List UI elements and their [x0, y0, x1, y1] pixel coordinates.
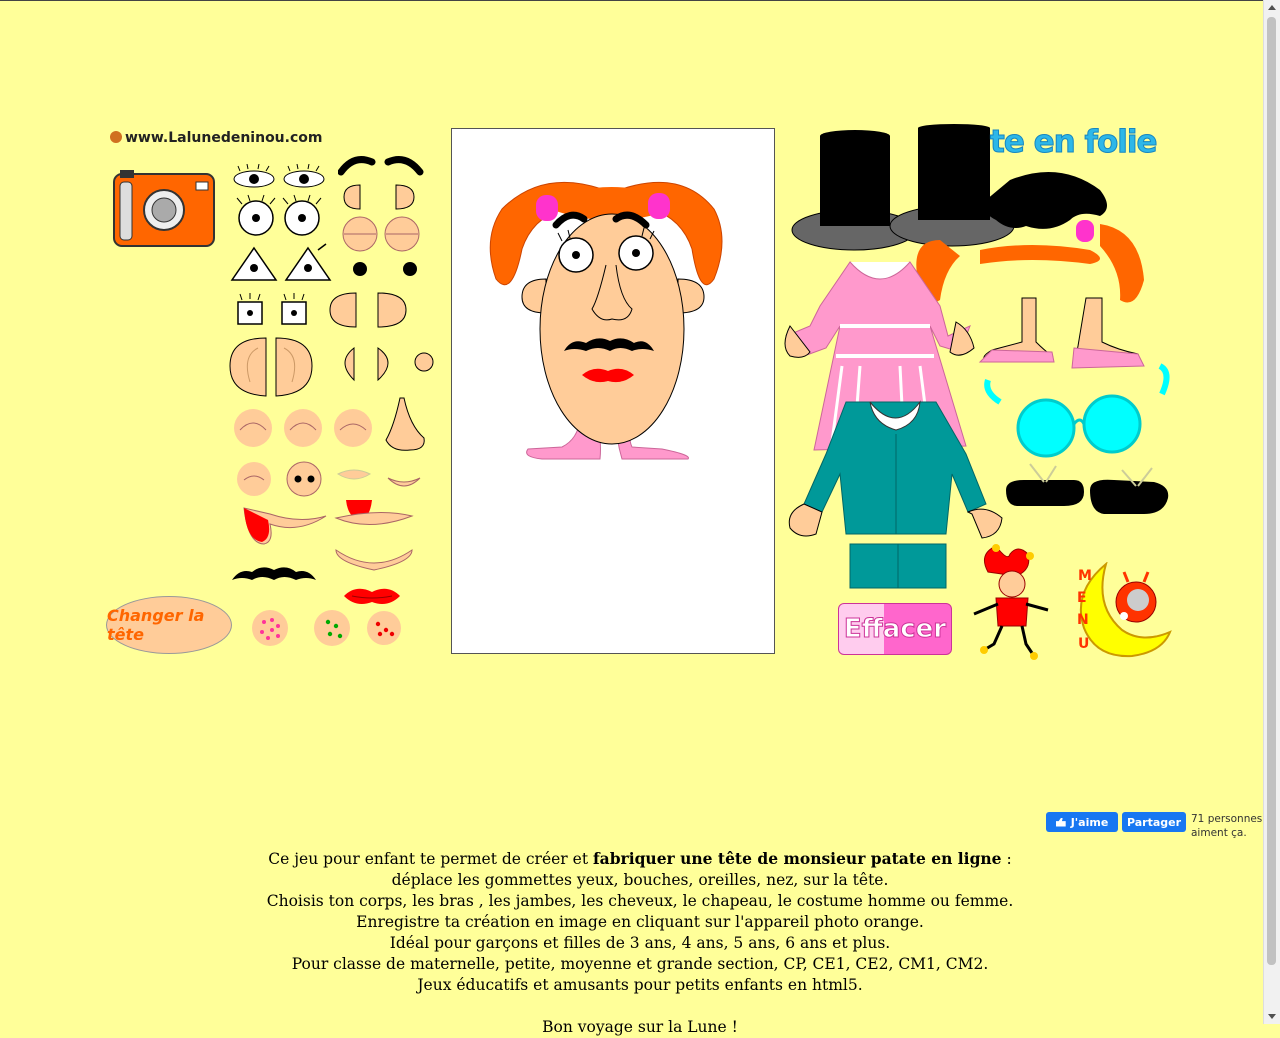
site-logo[interactable]: www.Lalunedeninou.com	[110, 130, 322, 146]
pointy-ears-stickers[interactable]	[334, 344, 438, 384]
menu-letter: N	[1077, 612, 1089, 628]
round-noses-stickers[interactable]	[232, 406, 376, 450]
description-line: Pour classe de maternelle, petite, moyen…	[291, 955, 989, 973]
freckle-sticker[interactable]	[314, 610, 350, 646]
nose-sticker[interactable]	[284, 409, 322, 447]
ear-sticker[interactable]	[329, 292, 357, 328]
long-nose-sticker[interactable]	[382, 396, 428, 454]
camera-save-icon[interactable]	[112, 168, 216, 250]
jester-icon[interactable]	[968, 544, 1054, 660]
ear-sticker[interactable]	[344, 346, 355, 382]
eye-sticker[interactable]	[233, 164, 275, 188]
eye-sticker[interactable]	[284, 243, 332, 281]
freckle-sticker[interactable]	[367, 611, 401, 645]
eyes-dot-stickers[interactable]	[348, 258, 422, 280]
potato-head-figure[interactable]	[452, 129, 774, 653]
ear-sticker[interactable]	[275, 337, 313, 397]
mouth-sticker[interactable]	[387, 477, 421, 487]
ear-sticker[interactable]	[343, 184, 361, 210]
description-line: Enregistre ta création en image en cliqu…	[356, 913, 924, 931]
description-line: Bon voyage sur la Lune !	[542, 1018, 738, 1036]
scroll-up-arrow-icon[interactable]	[1268, 5, 1276, 10]
menu-letter: U	[1078, 636, 1089, 652]
red-lips-sticker[interactable]	[340, 584, 404, 608]
nose-sticker[interactable]	[414, 352, 434, 372]
eye-sticker[interactable]	[281, 293, 307, 325]
top-border	[0, 0, 1264, 1]
large-ears-stickers[interactable]	[228, 336, 314, 398]
medium-ears-stickers[interactable]	[328, 290, 408, 330]
small-ears-stickers[interactable]	[340, 182, 420, 212]
menu-button[interactable]: M E N U	[1072, 561, 1172, 658]
thumbs-up-icon	[1055, 817, 1066, 827]
eyes-round-stickers[interactable]	[232, 194, 324, 238]
description-line: Jeux éducatifs et amusants pour petits e…	[417, 976, 863, 994]
description-line: Choisis ton corps, les bras , les jambes…	[266, 892, 1014, 910]
smile-mouth-sticker[interactable]	[332, 540, 416, 576]
ear-sticker[interactable]	[377, 292, 407, 328]
facebook-share-button[interactable]: Partager	[1122, 812, 1186, 832]
mouth-sticker[interactable]	[336, 469, 372, 480]
eyes-lashed-stickers[interactable]	[232, 164, 328, 192]
freckle-sticker[interactable]	[252, 610, 288, 646]
game-description: Ce jeu pour enfant te permet de créer et…	[200, 848, 1080, 1038]
description-line: déplace les gommettes yeux, bouches, ore…	[391, 871, 889, 889]
cheek-stickers[interactable]	[340, 214, 422, 254]
moon-menu-icon: M E N U	[1077, 561, 1172, 658]
noses-row-stickers[interactable]	[234, 460, 428, 498]
eye-sticker[interactable]	[403, 262, 417, 276]
drawing-canvas[interactable]	[451, 128, 775, 654]
pig-nose-sticker[interactable]	[286, 461, 322, 497]
erase-button[interactable]: Effacer	[838, 603, 952, 655]
eye-sticker[interactable]	[353, 262, 367, 276]
eyebrow-sticker[interactable]	[338, 156, 376, 176]
facebook-like-count: 71 personnes aiment ça.	[1191, 813, 1263, 839]
ear-sticker[interactable]	[395, 184, 415, 210]
freckle-stickers[interactable]	[250, 608, 404, 648]
mustache-sticker[interactable]	[230, 562, 318, 588]
change-head-button[interactable]: Changer la tête	[106, 596, 232, 654]
facebook-like-button[interactable]: J'aime	[1046, 812, 1118, 832]
nose-sticker[interactable]	[234, 409, 272, 447]
scroll-down-arrow-icon[interactable]	[1268, 1014, 1276, 1019]
black-shoes-sticker[interactable]	[1004, 462, 1170, 518]
ladybug-icon	[110, 131, 122, 143]
eyes-square-stickers[interactable]	[234, 290, 310, 328]
ear-sticker[interactable]	[229, 337, 267, 397]
menu-letter: M	[1078, 568, 1092, 584]
eye-sticker[interactable]	[230, 246, 278, 281]
hair-sticker[interactable]	[984, 172, 1107, 229]
eyebrow-sticker[interactable]	[384, 156, 424, 176]
eye-sticker[interactable]	[237, 293, 263, 325]
nose-sticker[interactable]	[334, 409, 372, 447]
ear-sticker[interactable]	[377, 347, 389, 382]
eye-sticker[interactable]	[282, 194, 322, 236]
eye-sticker[interactable]	[283, 164, 325, 188]
eyes-triangle-stickers[interactable]	[230, 242, 334, 282]
pink-legs-sticker[interactable]	[978, 296, 1148, 372]
nose-sticker[interactable]	[237, 462, 271, 496]
eye-sticker[interactable]	[236, 194, 276, 236]
eyebrows-stickers[interactable]	[338, 152, 424, 178]
description-line: Idéal pour garçons et filles de 3 ans, 4…	[389, 934, 891, 952]
game-title: te en folie	[990, 124, 1159, 161]
site-name-text: www.Lalunedeninou.com	[125, 130, 323, 146]
menu-letter: E	[1077, 590, 1087, 606]
cyan-glasses-sticker[interactable]	[982, 362, 1172, 462]
vertical-scrollbar[interactable]	[1263, 0, 1280, 1024]
description-line: Ce jeu pour enfant te permet de créer et…	[268, 849, 1012, 868]
